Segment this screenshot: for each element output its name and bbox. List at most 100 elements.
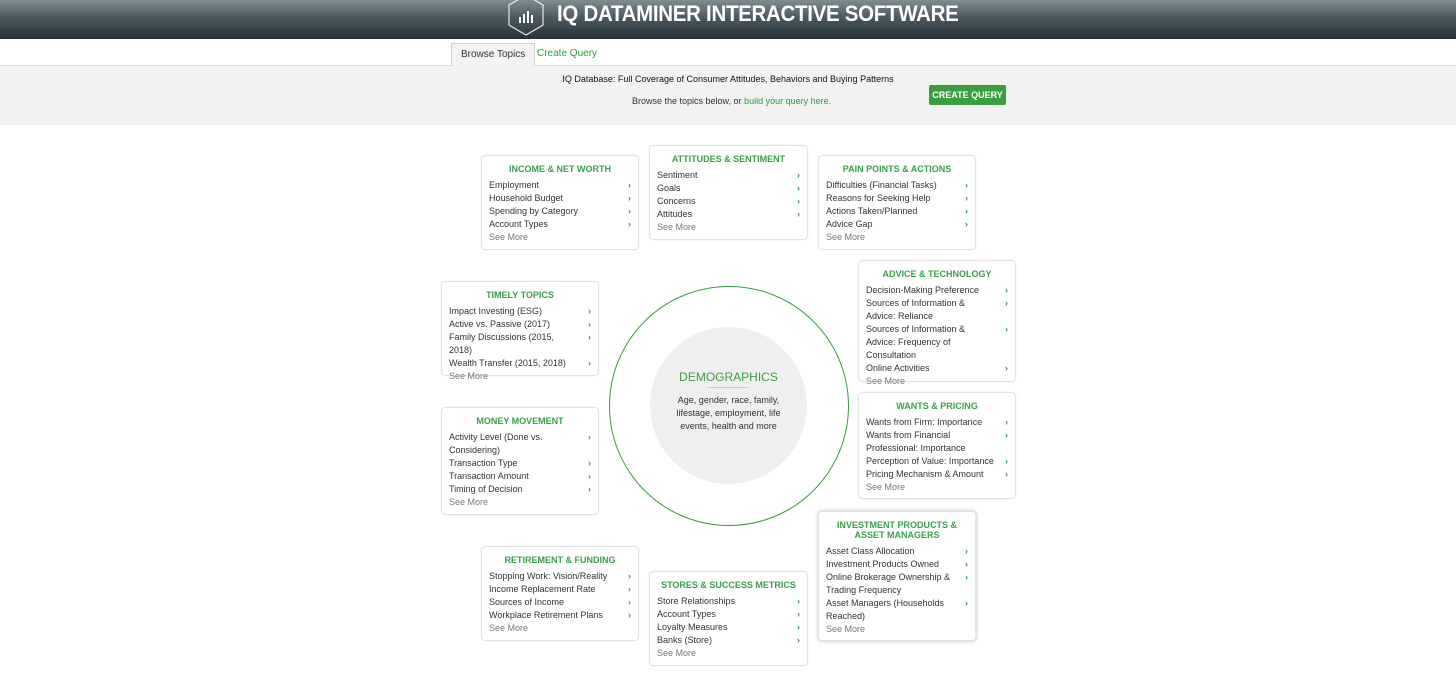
topic-link[interactable]: Account Types › — [657, 608, 800, 621]
topic-link[interactable]: Active vs. Passive (2017) › — [449, 318, 591, 331]
topic-card-attitudes: ATTITUDES & SENTIMENT Sentiment › Goals › … — [649, 145, 808, 240]
topic-label: Wealth Transfer (2015, 2018) — [449, 358, 566, 368]
topic-link[interactable]: Concerns › — [657, 195, 800, 208]
topic-card-pain-points: PAIN POINTS & ACTIONS Difficulties (Fina… — [818, 155, 976, 250]
topic-link[interactable]: Workplace Retirement Plans › — [489, 609, 631, 622]
topic-link[interactable]: Sources of Income › — [489, 596, 631, 609]
chevron-right-icon: › — [965, 193, 968, 203]
tab-create-query[interactable]: Create Query — [528, 43, 606, 66]
topic-link[interactable]: Spending by Category › — [489, 205, 631, 218]
topic-card-stores: STORES & SUCCESS METRICS Store Relations… — [649, 571, 808, 666]
topic-link[interactable]: Investment Products Owned › — [826, 558, 968, 571]
chevron-right-icon: › — [797, 170, 800, 180]
topic-label: Sources of Information & Advice: Frequen… — [866, 324, 966, 360]
see-more-link[interactable]: See More — [650, 647, 807, 660]
topic-link[interactable]: Transaction Type › — [449, 457, 591, 470]
topic-link[interactable]: Goals › — [657, 182, 800, 195]
chevron-right-icon: › — [588, 484, 591, 494]
chevron-right-icon: › — [965, 206, 968, 216]
chevron-right-icon: › — [797, 196, 800, 206]
topic-link[interactable]: Employment › — [489, 179, 631, 192]
topic-link[interactable]: Loyalty Measures › — [657, 621, 800, 634]
topic-link[interactable]: Pricing Mechanism & Amount › — [866, 468, 1008, 481]
topic-link[interactable]: Difficulties (Financial Tasks) › — [826, 179, 968, 192]
topic-label: Account Types — [489, 219, 548, 229]
see-more-link[interactable]: See More — [819, 623, 975, 636]
topic-label: Investment Products Owned — [826, 559, 940, 569]
topic-link[interactable]: Reasons for Seeking Help › — [826, 192, 968, 205]
see-more-link[interactable]: See More — [859, 375, 1015, 388]
topic-link[interactable]: Transaction Amount › — [449, 470, 591, 483]
see-more-link[interactable]: See More — [482, 622, 638, 635]
topic-link[interactable]: Income Replacement Rate › — [489, 583, 631, 596]
topic-link[interactable]: Account Types › — [489, 218, 631, 231]
app-header: IQ DATAMINER INTERACTIVE SOFTWARE — [0, 0, 1456, 39]
chevron-right-icon: › — [588, 306, 591, 316]
topic-link[interactable]: Store Relationships › — [657, 595, 800, 608]
topic-link[interactable]: Wants from Firm: Importance › — [866, 416, 1008, 429]
tab-browse-topics[interactable]: Browse Topics — [451, 43, 536, 66]
topic-link[interactable]: Asset Managers (Households Reached) › — [826, 597, 968, 623]
topic-label: Timing of Decision — [449, 484, 523, 494]
topic-link[interactable]: Activity Level (Done vs. Considering) › — [449, 431, 591, 457]
topic-link[interactable]: Online Activities › — [866, 362, 1008, 375]
topic-link[interactable]: Household Budget › — [489, 192, 631, 205]
topic-link[interactable]: Actions Taken/Planned › — [826, 205, 968, 218]
topic-card-income: INCOME & NET WORTH Employment › Household… — [481, 155, 639, 250]
chevron-right-icon: › — [588, 319, 591, 329]
topic-link[interactable]: Sentiment › — [657, 169, 800, 182]
topic-link[interactable]: Asset Class Allocation › — [826, 545, 968, 558]
topic-card-retirement: RETIREMENT & FUNDING Stopping Work: Visi… — [481, 546, 639, 641]
topic-link[interactable]: Perception of Value: Importance › — [866, 455, 1008, 468]
see-more-link[interactable]: See More — [442, 496, 598, 509]
card-title: INVESTMENT PRODUCTS & ASSET MANAGERS — [836, 520, 957, 540]
topic-label: Perception of Value: Importance — [866, 456, 994, 466]
topic-label: Wants from Financial Professional: Impor… — [866, 430, 966, 453]
topic-link[interactable]: Stopping Work: Vision/Reality › — [489, 570, 631, 583]
topic-link[interactable]: Wants from Financial Professional: Impor… — [866, 429, 1008, 455]
topic-link[interactable]: Attitudes › — [657, 208, 800, 221]
topic-label: Asset Class Allocation — [826, 546, 915, 556]
topic-label: Impact Investing (ESG) — [449, 306, 543, 316]
topic-link[interactable]: Impact Investing (ESG) › — [449, 305, 591, 318]
card-title: ADVICE & TECHNOLOGY — [882, 269, 992, 279]
bar-chart-hexagon-icon — [508, 0, 544, 36]
topic-card-money-movement: MONEY MOVEMENT Activity Level (Done vs. … — [441, 407, 599, 515]
topic-link[interactable]: Advice Gap › — [826, 218, 968, 231]
chevron-right-icon: › — [628, 219, 631, 229]
card-title: INCOME & NET WORTH — [509, 164, 611, 174]
topic-link[interactable]: Online Brokerage Ownership & Trading Fre… — [826, 571, 968, 597]
topic-label: Goals — [657, 183, 681, 193]
topic-link[interactable]: Sources of Information & Advice: Relianc… — [866, 297, 1008, 323]
see-more-link[interactable]: See More — [442, 370, 598, 383]
topic-label: Stopping Work: Vision/Reality — [489, 571, 608, 581]
build-query-link[interactable]: build your query here. — [744, 96, 831, 106]
topic-label: Transaction Type — [449, 458, 518, 468]
topic-link[interactable]: Wealth Transfer (2015, 2018) › — [449, 357, 591, 370]
demographics-description: Age, gender, race, family, lifestage, em… — [676, 395, 781, 431]
create-query-button[interactable]: CREATE QUERY — [929, 85, 1006, 105]
topic-link[interactable]: Decision-Making Preference › — [866, 284, 1008, 297]
topic-label: Household Budget — [489, 193, 564, 203]
topic-link[interactable]: Timing of Decision › — [449, 483, 591, 496]
chevron-right-icon: › — [628, 584, 631, 594]
topic-link[interactable]: Family Discussions (2015, 2018) › — [449, 331, 591, 357]
chevron-right-icon: › — [588, 358, 591, 368]
chevron-right-icon: › — [628, 610, 631, 620]
topic-label: Active vs. Passive (2017) — [449, 319, 551, 329]
see-more-link[interactable]: See More — [650, 221, 807, 234]
demographics-title[interactable]: DEMOGRAPHICS — [650, 370, 807, 384]
topic-label: Account Types — [657, 609, 716, 619]
see-more-link[interactable]: See More — [859, 481, 1015, 494]
topic-label: Sources of Income — [489, 597, 565, 607]
chevron-right-icon: › — [1005, 363, 1008, 373]
chevron-right-icon: › — [797, 183, 800, 193]
see-more-link[interactable]: See More — [482, 231, 638, 244]
see-more-link[interactable]: See More — [819, 231, 975, 244]
topic-link[interactable]: Sources of Information & Advice: Frequen… — [866, 323, 1008, 362]
browse-prefix: Browse the topics below, or — [632, 96, 745, 106]
chevron-right-icon: › — [965, 598, 968, 608]
chevron-right-icon: › — [588, 332, 591, 342]
topic-link[interactable]: Banks (Store) › — [657, 634, 800, 647]
chevron-right-icon: › — [1005, 456, 1008, 466]
